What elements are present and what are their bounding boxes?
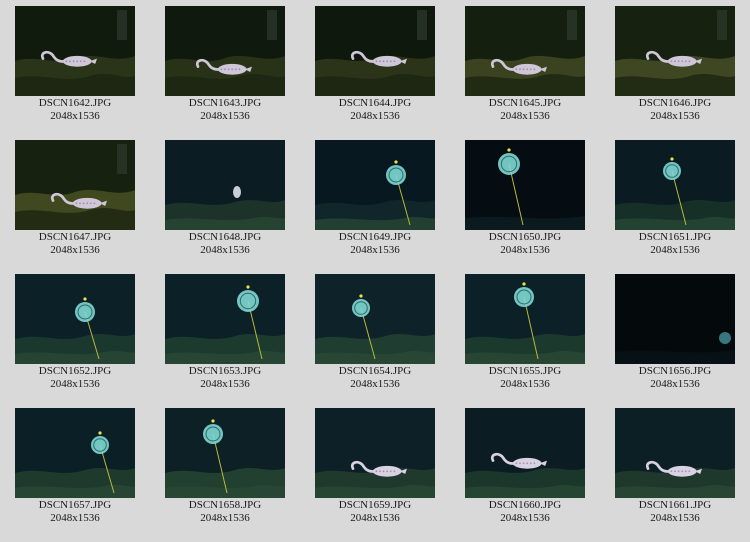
thumbnail-image[interactable] bbox=[615, 408, 735, 498]
thumbnail-dimensions: 2048x1536 bbox=[350, 244, 400, 256]
thumbnail-item[interactable]: DSCN1651.JPG 2048x1536 bbox=[600, 134, 750, 268]
thumbnail-filename: DSCN1647.JPG bbox=[38, 231, 112, 243]
thumbnail-filename: DSCN1659.JPG bbox=[338, 499, 412, 511]
thumbnail-filename: DSCN1644.JPG bbox=[338, 97, 412, 109]
thumbnail-image[interactable] bbox=[615, 6, 735, 96]
thumbnail-item[interactable]: DSCN1660.JPG 2048x1536 bbox=[450, 402, 600, 536]
thumbnail-item[interactable]: DSCN1643.JPG 2048x1536 bbox=[150, 0, 300, 134]
thumbnail-filename: DSCN1657.JPG bbox=[38, 499, 112, 511]
thumbnail-item[interactable]: DSCN1658.JPG 2048x1536 bbox=[150, 402, 300, 536]
thumbnail-filename: DSCN1649.JPG bbox=[338, 231, 412, 243]
thumbnail-dimensions: 2048x1536 bbox=[500, 110, 550, 122]
thumbnail-dimensions: 2048x1536 bbox=[350, 378, 400, 390]
thumbnail-image[interactable] bbox=[15, 140, 135, 230]
thumbnail-dimensions: 2048x1536 bbox=[50, 244, 100, 256]
thumbnail-image[interactable] bbox=[465, 408, 585, 498]
thumbnail-filename: DSCN1660.JPG bbox=[488, 499, 562, 511]
thumbnail-filename: DSCN1642.JPG bbox=[38, 97, 112, 109]
thumbnail-item[interactable]: DSCN1661.JPG 2048x1536 bbox=[600, 402, 750, 536]
thumbnail-filename: DSCN1646.JPG bbox=[638, 97, 712, 109]
thumbnail-dimensions: 2048x1536 bbox=[650, 244, 700, 256]
thumbnail-filename: DSCN1651.JPG bbox=[638, 231, 712, 243]
thumbnail-item[interactable]: DSCN1646.JPG 2048x1536 bbox=[600, 0, 750, 134]
thumbnail-item[interactable]: DSCN1652.JPG 2048x1536 bbox=[0, 268, 150, 402]
thumbnail-filename: DSCN1645.JPG bbox=[488, 97, 562, 109]
thumbnail-dimensions: 2048x1536 bbox=[500, 512, 550, 524]
thumbnail-dimensions: 2048x1536 bbox=[350, 512, 400, 524]
thumbnail-image[interactable] bbox=[615, 274, 735, 364]
thumbnail-item[interactable]: DSCN1649.JPG 2048x1536 bbox=[300, 134, 450, 268]
thumbnail-filename: DSCN1648.JPG bbox=[188, 231, 262, 243]
thumbnail-image[interactable] bbox=[165, 6, 285, 96]
thumbnail-dimensions: 2048x1536 bbox=[650, 378, 700, 390]
thumbnail-item[interactable]: DSCN1650.JPG 2048x1536 bbox=[450, 134, 600, 268]
thumbnail-item[interactable]: DSCN1648.JPG 2048x1536 bbox=[150, 134, 300, 268]
thumbnail-filename: DSCN1650.JPG bbox=[488, 231, 562, 243]
thumbnail-image[interactable] bbox=[15, 6, 135, 96]
thumbnail-filename: DSCN1661.JPG bbox=[638, 499, 712, 511]
thumbnail-image[interactable] bbox=[465, 140, 585, 230]
thumbnail-image[interactable] bbox=[15, 408, 135, 498]
thumbnail-image[interactable] bbox=[315, 408, 435, 498]
thumbnail-filename: DSCN1655.JPG bbox=[488, 365, 562, 377]
thumbnail-image[interactable] bbox=[165, 140, 285, 230]
thumbnail-dimensions: 2048x1536 bbox=[500, 244, 550, 256]
thumbnail-image[interactable] bbox=[165, 408, 285, 498]
thumbnail-image[interactable] bbox=[315, 140, 435, 230]
thumbnail-dimensions: 2048x1536 bbox=[650, 110, 700, 122]
thumbnail-image[interactable] bbox=[15, 274, 135, 364]
thumbnail-dimensions: 2048x1536 bbox=[200, 244, 250, 256]
thumbnail-item[interactable]: DSCN1644.JPG 2048x1536 bbox=[300, 0, 450, 134]
thumbnail-item[interactable]: DSCN1655.JPG 2048x1536 bbox=[450, 268, 600, 402]
thumbnail-filename: DSCN1643.JPG bbox=[188, 97, 262, 109]
thumbnail-image[interactable] bbox=[315, 6, 435, 96]
thumbnail-filename: DSCN1658.JPG bbox=[188, 499, 262, 511]
thumbnail-item[interactable]: DSCN1656.JPG 2048x1536 bbox=[600, 268, 750, 402]
thumbnail-item[interactable]: DSCN1657.JPG 2048x1536 bbox=[0, 402, 150, 536]
thumbnail-item[interactable]: DSCN1647.JPG 2048x1536 bbox=[0, 134, 150, 268]
thumbnail-gallery: DSCN1642.JPG 2048x1536 DSCN1643.JPG 2048x15… bbox=[0, 0, 750, 542]
thumbnail-image[interactable] bbox=[465, 274, 585, 364]
thumbnail-filename: DSCN1653.JPG bbox=[188, 365, 262, 377]
thumbnail-image[interactable] bbox=[615, 140, 735, 230]
thumbnail-dimensions: 2048x1536 bbox=[50, 378, 100, 390]
thumbnail-dimensions: 2048x1536 bbox=[500, 378, 550, 390]
thumbnail-item[interactable]: DSCN1654.JPG 2048x1536 bbox=[300, 268, 450, 402]
thumbnail-image[interactable] bbox=[315, 274, 435, 364]
thumbnail-filename: DSCN1652.JPG bbox=[38, 365, 112, 377]
thumbnail-item[interactable]: DSCN1642.JPG 2048x1536 bbox=[0, 0, 150, 134]
thumbnail-dimensions: 2048x1536 bbox=[200, 512, 250, 524]
thumbnail-image[interactable] bbox=[165, 274, 285, 364]
thumbnail-image[interactable] bbox=[465, 6, 585, 96]
thumbnail-filename: DSCN1654.JPG bbox=[338, 365, 412, 377]
thumbnail-dimensions: 2048x1536 bbox=[50, 110, 100, 122]
thumbnail-item[interactable]: DSCN1659.JPG 2048x1536 bbox=[300, 402, 450, 536]
thumbnail-dimensions: 2048x1536 bbox=[200, 378, 250, 390]
thumbnail-dimensions: 2048x1536 bbox=[50, 512, 100, 524]
thumbnail-filename: DSCN1656.JPG bbox=[638, 365, 712, 377]
thumbnail-dimensions: 2048x1536 bbox=[350, 110, 400, 122]
thumbnail-dimensions: 2048x1536 bbox=[200, 110, 250, 122]
thumbnail-item[interactable]: DSCN1645.JPG 2048x1536 bbox=[450, 0, 600, 134]
thumbnail-dimensions: 2048x1536 bbox=[650, 512, 700, 524]
thumbnail-item[interactable]: DSCN1653.JPG 2048x1536 bbox=[150, 268, 300, 402]
